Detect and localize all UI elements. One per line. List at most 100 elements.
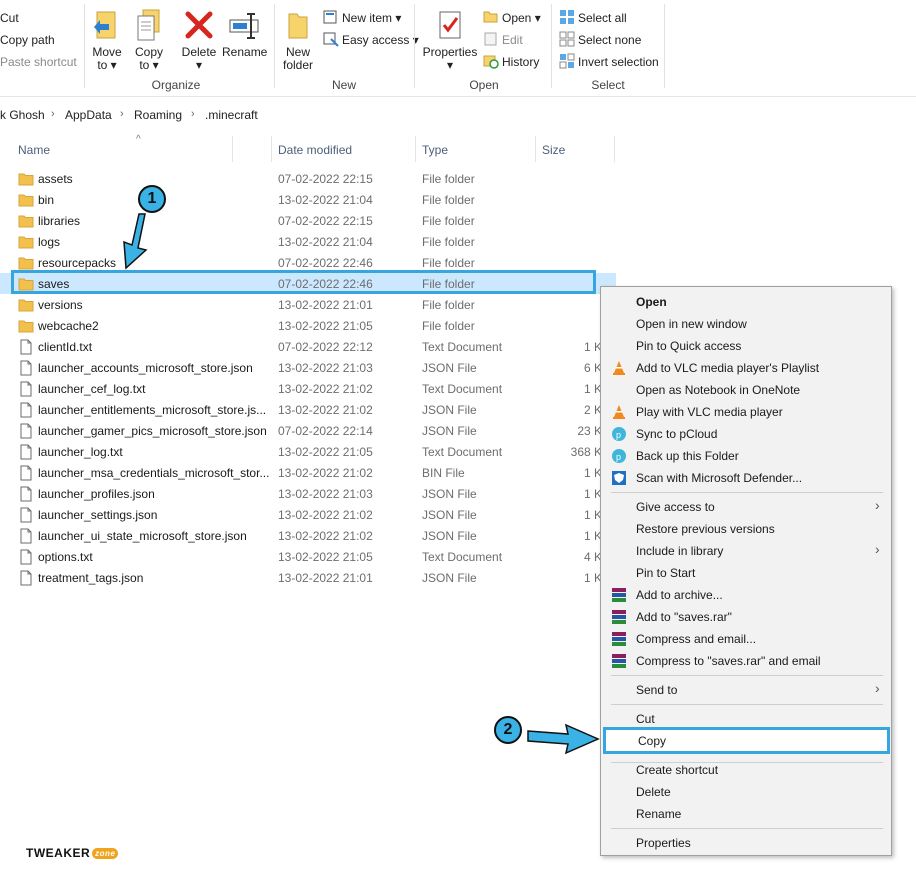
winrar-icon xyxy=(612,588,626,602)
breadcrumb-item[interactable]: .minecraft xyxy=(205,108,258,122)
table-row[interactable]: treatment_tags.json 13-02-2022 21:01 JSON … xyxy=(0,567,616,588)
new-item-icon xyxy=(323,10,337,24)
history-icon xyxy=(483,55,499,69)
delete-icon xyxy=(185,11,213,39)
menu-item-pcloud[interactable]: Sync to pCloud xyxy=(636,427,717,441)
menu-item-properties[interactable]: Properties xyxy=(636,836,691,850)
easy-access-button[interactable]: Easy access ▾ xyxy=(342,33,419,47)
menu-item-include-library[interactable]: Include in library xyxy=(636,544,723,558)
menu-item-vlc-play[interactable]: Play with VLC media player xyxy=(636,405,783,419)
menu-item-vlc-playlist[interactable]: Add to VLC media player's Playlist xyxy=(636,361,819,375)
table-row[interactable]: libraries 07-02-2022 22:15 File folder xyxy=(0,210,616,231)
table-row[interactable]: launcher_msa_credentials_microsoft_stor.… xyxy=(0,462,616,483)
table-row[interactable]: webcache2 13-02-2022 21:05 File folder xyxy=(0,315,616,336)
group-separator xyxy=(274,4,275,88)
table-row[interactable]: launcher_profiles.json 13-02-2022 21:03 JS… xyxy=(0,483,616,504)
cut-button[interactable]: Cut xyxy=(0,11,19,25)
menu-item-pin-start[interactable]: Pin to Start xyxy=(636,566,695,580)
table-row[interactable]: launcher_cef_log.txt 13-02-2022 21:02 Text… xyxy=(0,378,616,399)
table-row[interactable]: bin 13-02-2022 21:04 File folder xyxy=(0,189,616,210)
table-row[interactable]: launcher_entitlements_microsoft_store.js… xyxy=(0,399,616,420)
menu-item-restore-versions[interactable]: Restore previous versions xyxy=(636,522,775,536)
select-all-button[interactable]: Select all xyxy=(578,11,627,25)
new-item-button[interactable]: New item ▾ xyxy=(342,11,401,25)
menu-item-onenote[interactable]: Open as Notebook in OneNote xyxy=(636,383,800,397)
chevron-right-icon[interactable]: › xyxy=(191,108,195,120)
menu-item-delete[interactable]: Delete xyxy=(636,785,671,799)
table-row[interactable]: launcher_log.txt 13-02-2022 21:05 Text Doc… xyxy=(0,441,616,462)
menu-item-create-shortcut[interactable]: Create shortcut xyxy=(636,763,718,777)
new-folder-label: New xyxy=(285,45,310,59)
table-row[interactable]: launcher_gamer_pics_microsoft_store.json… xyxy=(0,420,616,441)
table-row[interactable]: versions 13-02-2022 21:01 File folder xyxy=(0,294,616,315)
menu-item-compress-email[interactable]: Compress and email... xyxy=(636,632,756,646)
file-type: JSON File xyxy=(422,361,477,375)
open-button[interactable]: Open ▾ xyxy=(502,11,541,25)
chevron-right-icon: › xyxy=(875,497,880,513)
breadcrumb-item[interactable]: Roaming xyxy=(134,108,182,122)
breadcrumb-item[interactable]: AppData xyxy=(65,108,112,122)
move-to-button[interactable]: Move to ▾ xyxy=(90,8,124,72)
file-type: Text Document xyxy=(422,382,503,396)
column-header-name[interactable]: Name xyxy=(18,143,50,157)
file-date: 07-02-2022 22:12 xyxy=(278,340,373,354)
menu-item-send-to[interactable]: Send to xyxy=(636,683,677,697)
copy-to-button[interactable]: Copy to ▾ xyxy=(132,8,166,72)
file-icon xyxy=(20,360,32,376)
menu-item-copy[interactable]: Copy xyxy=(603,727,890,754)
menu-item-add-rar[interactable]: Add to "saves.rar" xyxy=(636,610,732,624)
rename-button[interactable]: Rename xyxy=(222,8,267,59)
easy-access-icon xyxy=(323,32,339,47)
folder-icon xyxy=(18,320,34,333)
copy-path-button[interactable]: Copy path xyxy=(0,33,55,47)
table-row[interactable]: launcher_ui_state_microsoft_store.json 13… xyxy=(0,525,616,546)
menu-item-add-archive[interactable]: Add to archive... xyxy=(636,588,723,602)
invert-selection-button[interactable]: Invert selection xyxy=(578,55,659,69)
menu-item-backup[interactable]: Back up this Folder xyxy=(636,449,739,463)
select-none-icon xyxy=(559,31,575,47)
menu-item-rename[interactable]: Rename xyxy=(636,807,681,821)
column-divider[interactable] xyxy=(271,136,272,162)
select-none-button[interactable]: Select none xyxy=(578,33,641,47)
paste-shortcut-button[interactable]: Paste shortcut xyxy=(0,55,77,69)
breadcrumb[interactable]: k Ghosh › AppData › Roaming › .minecraft xyxy=(0,103,916,125)
table-row[interactable]: clientId.txt 07-02-2022 22:12 Text Documen… xyxy=(0,336,616,357)
table-row[interactable]: options.txt 13-02-2022 21:05 Text Document… xyxy=(0,546,616,567)
history-button[interactable]: History xyxy=(502,55,539,69)
column-header-size[interactable]: Size xyxy=(542,143,565,157)
file-date: 13-02-2022 21:03 xyxy=(278,361,373,375)
properties-button[interactable]: Properties ▾ xyxy=(422,8,478,72)
menu-item-open[interactable]: Open xyxy=(636,295,667,309)
menu-item-defender[interactable]: Scan with Microsoft Defender... xyxy=(636,471,802,485)
column-divider[interactable] xyxy=(535,136,536,162)
table-row[interactable]: launcher_accounts_microsoft_store.json 13… xyxy=(0,357,616,378)
properties-label: Properties xyxy=(422,45,478,59)
logo: TWEAKER zone xyxy=(26,846,119,860)
edit-button[interactable]: Edit xyxy=(502,33,523,47)
file-name: libraries xyxy=(38,214,81,228)
column-divider[interactable] xyxy=(614,136,615,162)
menu-item-cut[interactable]: Cut xyxy=(636,712,655,726)
column-headers: ^ Name Date modified Type Size xyxy=(0,134,916,164)
column-header-date[interactable]: Date modified xyxy=(278,143,352,157)
ribbon: Cut Copy path Paste shortcut Move to ▾ C… xyxy=(0,0,916,97)
menu-item-pin-quick-access[interactable]: Pin to Quick access xyxy=(636,339,741,353)
column-divider[interactable] xyxy=(415,136,416,162)
new-folder-button[interactable]: New folder xyxy=(280,8,316,72)
column-divider[interactable] xyxy=(232,136,233,162)
delete-button[interactable]: Delete ▾ xyxy=(180,8,218,72)
column-header-type[interactable]: Type xyxy=(422,143,448,157)
group-separator xyxy=(84,4,85,88)
delete-label: Delete xyxy=(181,45,217,59)
breadcrumb-item[interactable]: k Ghosh xyxy=(0,108,45,122)
table-row[interactable]: launcher_settings.json 13-02-2022 21:02 JS… xyxy=(0,504,616,525)
invert-selection-icon xyxy=(559,53,575,69)
menu-item-give-access[interactable]: Give access to xyxy=(636,500,715,514)
table-row[interactable]: logs 13-02-2022 21:04 File folder xyxy=(0,231,616,252)
file-date: 13-02-2022 21:04 xyxy=(278,193,373,207)
chevron-right-icon[interactable]: › xyxy=(120,108,124,120)
menu-item-open-new-window[interactable]: Open in new window xyxy=(636,317,747,331)
table-row[interactable]: assets 07-02-2022 22:15 File folder xyxy=(0,168,616,189)
menu-item-compress-rar-email[interactable]: Compress to "saves.rar" and email xyxy=(636,654,821,668)
chevron-right-icon[interactable]: › xyxy=(51,108,55,120)
